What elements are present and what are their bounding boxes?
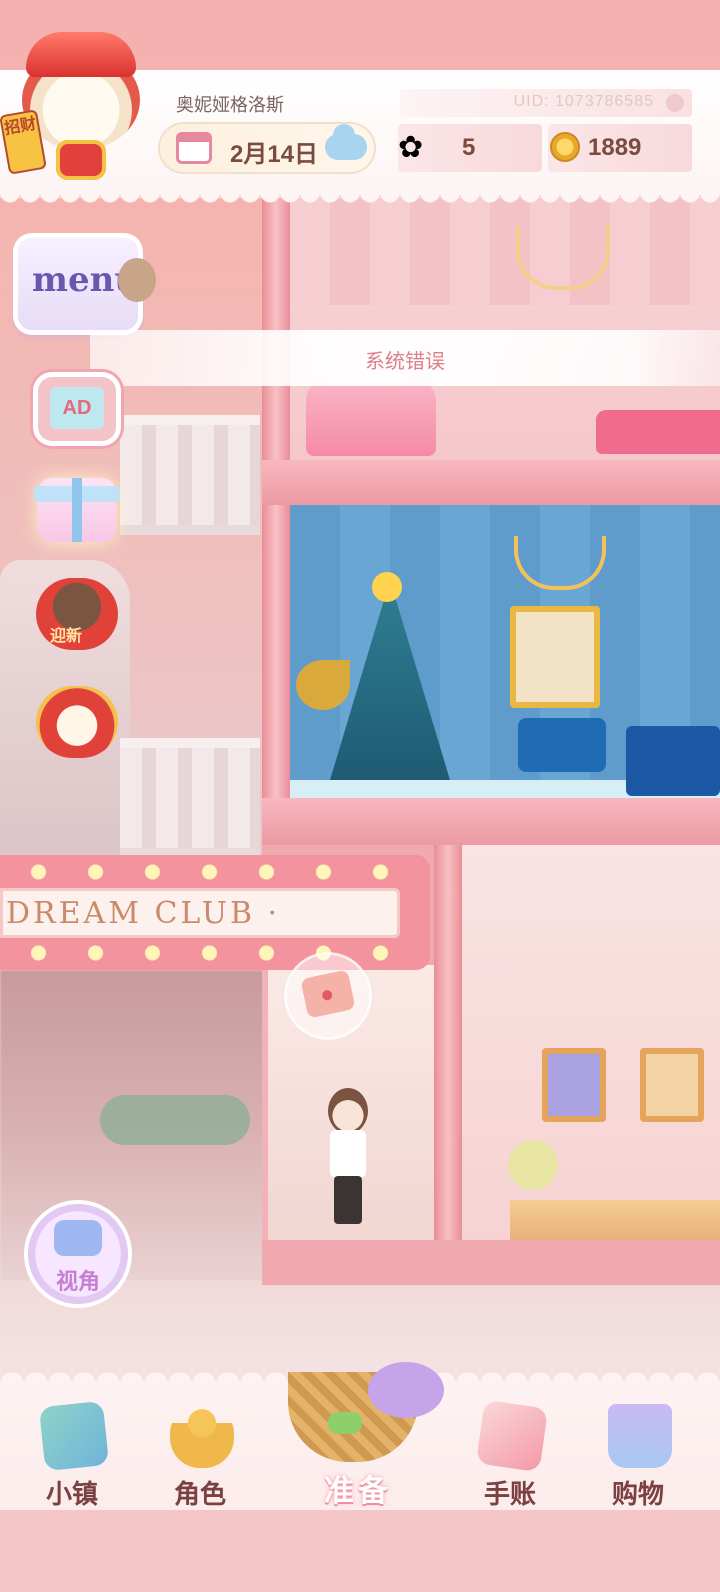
player-name: 奥妮娅格洛斯 (176, 95, 284, 115)
portrait-frame[interactable] (510, 606, 600, 708)
floor-3-floor (510, 1200, 720, 1240)
gem-counter[interactable]: ✿ 5 (398, 124, 542, 172)
character-icon (170, 1404, 234, 1468)
calendar-icon (176, 132, 212, 164)
character-legs[interactable] (334, 1176, 362, 1224)
hat-icon (368, 1362, 444, 1418)
pink-bed[interactable] (596, 410, 720, 454)
view-label: 视角 (55, 1269, 100, 1294)
cloud-icon (325, 124, 367, 160)
coin-counter[interactable]: 1889 (548, 124, 692, 172)
floor-3-room[interactable] (462, 845, 720, 1240)
avatar-coin-bag (56, 140, 106, 180)
error-toast: 系统错误 (90, 330, 720, 386)
bottom-navigation: 小镇 角色 准备 手账 购物 (0, 1362, 720, 1592)
flower-pot[interactable] (508, 1140, 558, 1190)
nav-character[interactable]: 角色 (140, 1382, 260, 1510)
picture-frame[interactable] (640, 1048, 704, 1122)
background-bush (100, 1095, 250, 1145)
pillar (262, 505, 290, 798)
balcony (120, 738, 260, 858)
character-head[interactable] (328, 1088, 368, 1134)
sign-bulbs (10, 863, 420, 881)
picture-frame[interactable] (542, 1048, 606, 1122)
sign-panel: DREAM CLUB · (0, 888, 400, 938)
camera-icon (54, 1220, 102, 1256)
gift-icon (72, 478, 82, 542)
lion-crown (26, 32, 136, 77)
blue-sofa[interactable] (518, 718, 606, 772)
map-icon (38, 1400, 110, 1472)
bow-icon (328, 1412, 362, 1434)
ad-label: AD (50, 387, 104, 429)
gift-button[interactable] (34, 478, 120, 542)
gem-count: 5 (462, 134, 476, 161)
nav-town[interactable]: 小镇 (12, 1382, 132, 1510)
cat-icon (118, 258, 156, 302)
cake-decoration[interactable] (306, 380, 436, 456)
date-pill[interactable]: 2月14日 (160, 124, 374, 172)
copy-icon[interactable] (666, 94, 684, 112)
nav-label: 购物 (611, 1479, 664, 1509)
new-year-label: 迎新 (50, 628, 83, 645)
tree-star (372, 572, 402, 602)
coin-count: 1889 (588, 134, 642, 161)
sign-text: DREAM CLUB · (6, 896, 281, 931)
nav-label: 小镇 (45, 1479, 98, 1509)
coin-icon (550, 132, 580, 162)
uid-bar: UID: 1073786585 (400, 89, 692, 117)
nav-diary[interactable]: 手账 (450, 1382, 570, 1510)
diary-icon (475, 1399, 549, 1473)
pillar (262, 190, 290, 460)
pillar (434, 845, 462, 1240)
envelope-icon (300, 969, 356, 1019)
view-angle-button[interactable]: 视角 (28, 1204, 128, 1304)
dream-club-sign: DREAM CLUB · (0, 855, 430, 970)
gramophone[interactable] (296, 660, 350, 710)
error-text: 系统错误 (365, 351, 445, 373)
flower-gem-icon: ✿ (398, 131, 424, 164)
ad-button[interactable]: AD (38, 377, 116, 441)
floor-slab (262, 460, 720, 505)
player-avatar[interactable]: 招财 (0, 32, 154, 192)
nav-shop[interactable]: 购物 (578, 1382, 698, 1510)
floor-1-wallpaper (290, 195, 720, 305)
new-year-event-button[interactable]: 迎新 (36, 578, 118, 650)
character-body[interactable] (330, 1130, 366, 1178)
nav-prepare[interactable]: 准备 (268, 1352, 448, 1508)
nav-label: 准备 (324, 1475, 392, 1508)
balcony (120, 415, 260, 535)
lion-dance-event-button[interactable] (36, 686, 118, 758)
nav-label: 手账 (483, 1479, 536, 1509)
floor-slab (262, 798, 720, 845)
mail-bubble[interactable] (280, 948, 376, 1044)
chandelier (516, 226, 610, 290)
uid-text: UID: 1073786585 (513, 93, 654, 110)
nav-base (0, 1510, 720, 1592)
date-text: 2月14日 (230, 141, 319, 168)
blue-bed[interactable] (626, 726, 720, 796)
nav-label: 角色 (173, 1479, 226, 1509)
shopping-bag-icon (608, 1404, 672, 1468)
